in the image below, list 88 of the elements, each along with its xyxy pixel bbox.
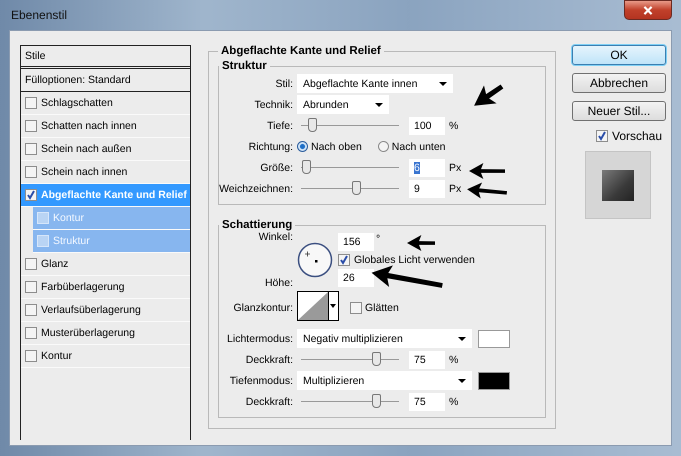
- group-title: Struktur: [221, 60, 268, 72]
- checkbox[interactable]: [338, 254, 350, 266]
- checkbox[interactable]: [25, 281, 37, 293]
- slider-thumb[interactable]: [372, 394, 380, 408]
- unit-label: °: [376, 233, 380, 245]
- checkbox[interactable]: [25, 166, 37, 178]
- window-title: Ebenenstil: [11, 8, 68, 22]
- checkbox[interactable]: [25, 258, 37, 270]
- number-field[interactable]: 75: [409, 392, 445, 410]
- field-label: Deckkraft:: [244, 396, 293, 408]
- list-item[interactable]: Schlagschatten: [21, 92, 190, 115]
- caret-icon: [328, 292, 338, 320]
- list-item[interactable]: Glanz: [21, 253, 190, 276]
- close-button[interactable]: [624, 0, 672, 20]
- dialog-button[interactable]: Abbrechen: [572, 73, 666, 93]
- close-icon: [643, 6, 653, 14]
- radio-label: Nach unten: [392, 140, 446, 152]
- unit-label: Px: [449, 162, 462, 174]
- group-title: Abgeflachte Kante und Relief: [220, 45, 382, 57]
- radio-button[interactable]: [297, 141, 308, 152]
- unit-label: %: [449, 120, 458, 132]
- unit-label: %: [449, 354, 458, 366]
- field-label: Richtung:: [248, 140, 293, 152]
- checkbox[interactable]: [350, 302, 362, 314]
- field-label: Winkel:: [258, 231, 293, 243]
- color-swatch[interactable]: [478, 372, 510, 390]
- group-title: Schattierung: [221, 219, 294, 231]
- list-item[interactable]: Schatten nach innen: [21, 115, 190, 138]
- checkbox[interactable]: [25, 97, 37, 109]
- list-item[interactable]: Kontur: [21, 345, 190, 368]
- dropdown[interactable]: Negativ multiplizieren: [297, 329, 472, 348]
- annotation-arrow: [466, 181, 508, 201]
- color-swatch[interactable]: [478, 330, 510, 348]
- checkbox[interactable]: [25, 189, 37, 201]
- slider-thumb[interactable]: [372, 352, 380, 366]
- contour-picker[interactable]: [297, 291, 339, 321]
- checkbox[interactable]: [25, 143, 37, 155]
- number-field[interactable]: 100: [409, 116, 445, 134]
- number-field[interactable]: 26: [338, 269, 374, 287]
- field-label: Größe:: [259, 162, 293, 174]
- field-label: Deckkraft:: [244, 354, 293, 366]
- number-field[interactable]: 9: [409, 180, 445, 198]
- radio-button[interactable]: [378, 141, 389, 152]
- field-label: Tiefenmodus:: [228, 374, 293, 386]
- caret-icon: [458, 336, 466, 340]
- number-field[interactable]: 156: [338, 233, 374, 251]
- contour-curve-icon: [298, 292, 328, 320]
- unit-label: Px: [449, 182, 462, 194]
- dropdown[interactable]: Abrunden: [297, 95, 389, 114]
- list-item[interactable]: Fülloptionen: Standard: [21, 69, 190, 92]
- radio-label: Nach oben: [311, 140, 362, 152]
- preview-thumbnail: [585, 151, 651, 219]
- list-header[interactable]: Stile: [21, 46, 190, 69]
- dropdown[interactable]: Abgeflachte Kante innen: [297, 74, 454, 93]
- field-label: Tiefe:: [266, 120, 293, 132]
- caret-icon: [375, 102, 383, 106]
- angle-dial[interactable]: [297, 242, 333, 278]
- list-item[interactable]: Farbüberlagerung: [21, 276, 190, 299]
- dialog-button[interactable]: Neuer Stil...: [572, 101, 666, 121]
- caret-icon: [439, 82, 448, 86]
- number-field[interactable]: 75: [409, 350, 445, 368]
- checkbox[interactable]: [596, 130, 608, 142]
- list-item[interactable]: Schein nach außen: [21, 138, 190, 161]
- checkbox[interactable]: [25, 304, 37, 316]
- field-label: Stil:: [274, 78, 293, 90]
- checkbox[interactable]: [25, 350, 37, 362]
- field-label: Technik:: [253, 98, 293, 110]
- checkbox-label: Globales Licht verwenden: [354, 254, 475, 266]
- dropdown[interactable]: Multiplizieren: [297, 371, 472, 390]
- annotation-arrow: [469, 163, 505, 179]
- slider-thumb[interactable]: [302, 160, 311, 174]
- unit-label: %: [449, 396, 458, 408]
- slider-thumb[interactable]: [352, 181, 361, 195]
- field-label: Weichzeichnen:: [219, 182, 293, 194]
- annotation-arrow: [407, 235, 435, 251]
- list-item[interactable]: Musterüberlagerung: [21, 322, 190, 345]
- field-label: Höhe:: [264, 277, 293, 289]
- checkbox[interactable]: [25, 327, 37, 339]
- caret-icon: [458, 378, 466, 382]
- dialog-button[interactable]: OK: [572, 45, 666, 65]
- number-field[interactable]: 6: [409, 158, 445, 176]
- field-label: Lichtermodus:: [226, 332, 293, 344]
- checkbox-label: Glätten: [365, 302, 399, 314]
- list-item[interactable]: Verlaufsüberlagerung: [21, 299, 190, 322]
- field-label: Glanzkontur:: [232, 302, 293, 314]
- checkbox[interactable]: [25, 120, 37, 132]
- checkbox-label: Vorschau: [612, 129, 662, 143]
- slider-thumb[interactable]: [308, 118, 317, 132]
